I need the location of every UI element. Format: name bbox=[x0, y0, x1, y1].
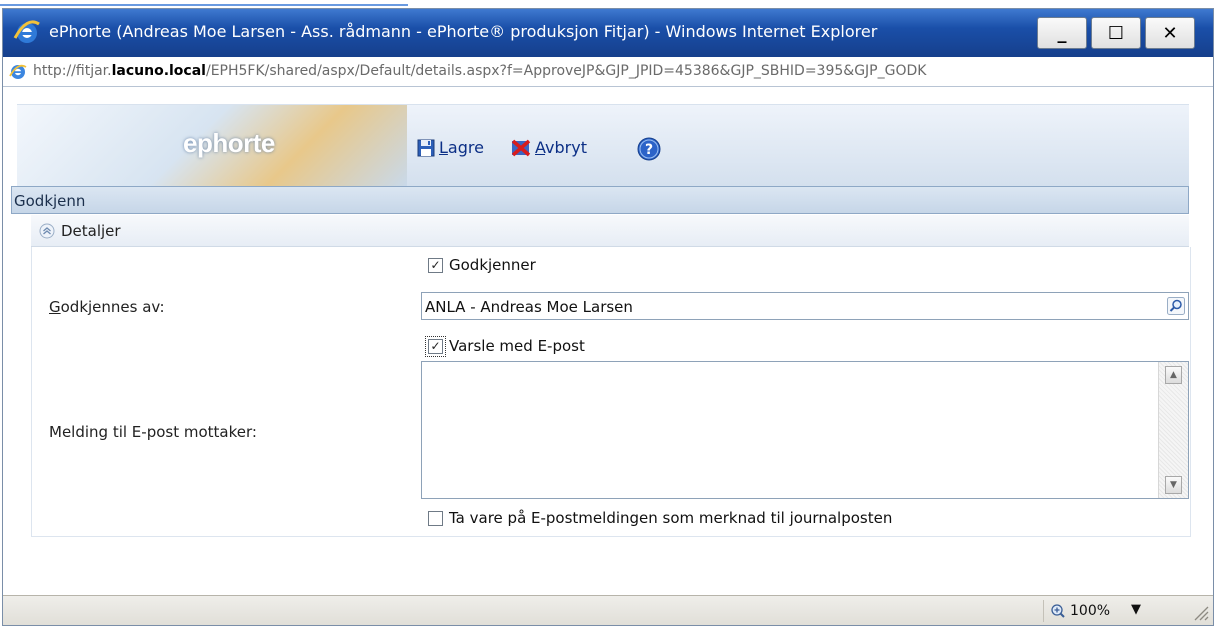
approved-by-label-text: odkjennes av: bbox=[60, 298, 165, 316]
approved-by-value: ANLA - Andreas Moe Larsen bbox=[425, 298, 633, 316]
maximize-button[interactable]: ☐ bbox=[1091, 17, 1141, 49]
approver-checkbox[interactable]: ✓ bbox=[428, 257, 443, 273]
url-prefix: http://fitjar. bbox=[33, 63, 112, 79]
status-bar: 100% ▼ bbox=[3, 595, 1213, 625]
maximize-icon: ☐ bbox=[1107, 22, 1125, 44]
cancel-label: vbryt bbox=[545, 138, 587, 157]
svg-text:?: ? bbox=[645, 142, 653, 158]
help-icon[interactable]: ? bbox=[637, 137, 661, 161]
app-header: ephorte Lagre Avbryt ? bbox=[17, 104, 1189, 187]
collapse-icon[interactable] bbox=[39, 223, 55, 239]
close-button[interactable]: ✕ bbox=[1145, 17, 1195, 49]
message-label: Melding til E-post mottaker: bbox=[49, 423, 257, 441]
zoom-control[interactable]: 100% bbox=[1043, 600, 1123, 622]
address-bar[interactable]: http://fitjar.lacuno.local/EPH5FK/shared… bbox=[3, 57, 1213, 87]
notify-checkbox-row[interactable]: ✓ Varsle med E-post bbox=[425, 335, 585, 357]
cancel-icon bbox=[511, 139, 531, 156]
section-header: Godkjenn bbox=[11, 186, 1189, 214]
internet-explorer-icon bbox=[13, 20, 40, 43]
resize-grip-icon[interactable] bbox=[1191, 603, 1209, 621]
floppy-disk-icon bbox=[417, 139, 435, 156]
minimize-icon: _ bbox=[1057, 22, 1067, 44]
message-textarea[interactable]: ▲ ▼ bbox=[421, 361, 1189, 499]
subsection-title: Detaljer bbox=[61, 222, 121, 240]
save-button[interactable]: Lagre bbox=[417, 138, 484, 157]
zoom-icon bbox=[1051, 604, 1065, 618]
address-url[interactable]: http://fitjar.lacuno.local/EPH5FK/shared… bbox=[33, 63, 926, 79]
save-label: agre bbox=[447, 138, 484, 157]
details-subsection-header[interactable]: Detaljer bbox=[31, 215, 1189, 247]
scroll-down-arrow-icon[interactable]: ▼ bbox=[1165, 476, 1182, 494]
message-scrollbar[interactable]: ▲ ▼ bbox=[1158, 362, 1188, 498]
close-icon: ✕ bbox=[1162, 22, 1178, 44]
zoom-level: 100% bbox=[1070, 603, 1111, 619]
save-accel: L bbox=[439, 138, 448, 157]
link-underline bbox=[0, 4, 408, 6]
approved-by-label: Godkjennes av: bbox=[49, 298, 165, 316]
approved-by-accel: G bbox=[49, 298, 61, 316]
zoom-dropdown-icon[interactable]: ▼ bbox=[1131, 602, 1141, 617]
url-path: /EPH5FK/shared/aspx/Default/details.aspx… bbox=[205, 63, 927, 79]
url-host: lacuno.local bbox=[111, 63, 206, 79]
section-title: Godkjenn bbox=[14, 192, 86, 210]
cancel-accel: A bbox=[535, 138, 546, 157]
browser-window: ePhorte (Andreas Moe Larsen - Ass. rådma… bbox=[2, 8, 1214, 626]
notify-checkbox-label: Varsle med E-post bbox=[449, 337, 585, 355]
minimize-button[interactable]: _ bbox=[1037, 17, 1087, 49]
keep-checkbox[interactable] bbox=[428, 510, 443, 526]
title-bar[interactable]: ePhorte (Andreas Moe Larsen - Ass. rådma… bbox=[3, 9, 1213, 57]
keep-checkbox-row[interactable]: Ta vare på E-postmeldingen som merknad t… bbox=[428, 509, 892, 527]
search-icon[interactable] bbox=[1167, 297, 1185, 315]
ephorte-logo: ephorte bbox=[183, 128, 275, 158]
approver-checkbox-row[interactable]: ✓ Godkjenner bbox=[428, 256, 536, 274]
keep-checkbox-label: Ta vare på E-postmeldingen som merknad t… bbox=[449, 509, 893, 527]
top-strip bbox=[0, 0, 408, 8]
cancel-button[interactable]: Avbryt bbox=[511, 138, 587, 157]
logo-banner: ephorte bbox=[17, 105, 407, 187]
window-title: ePhorte (Andreas Moe Larsen - Ass. rådma… bbox=[49, 22, 878, 41]
approver-checkbox-label: Godkjenner bbox=[449, 256, 536, 274]
notify-checkbox[interactable]: ✓ bbox=[425, 335, 446, 357]
approved-by-field[interactable]: ANLA - Andreas Moe Larsen bbox=[421, 292, 1189, 320]
scroll-up-arrow-icon[interactable]: ▲ bbox=[1165, 366, 1182, 384]
page-icon bbox=[9, 64, 27, 79]
